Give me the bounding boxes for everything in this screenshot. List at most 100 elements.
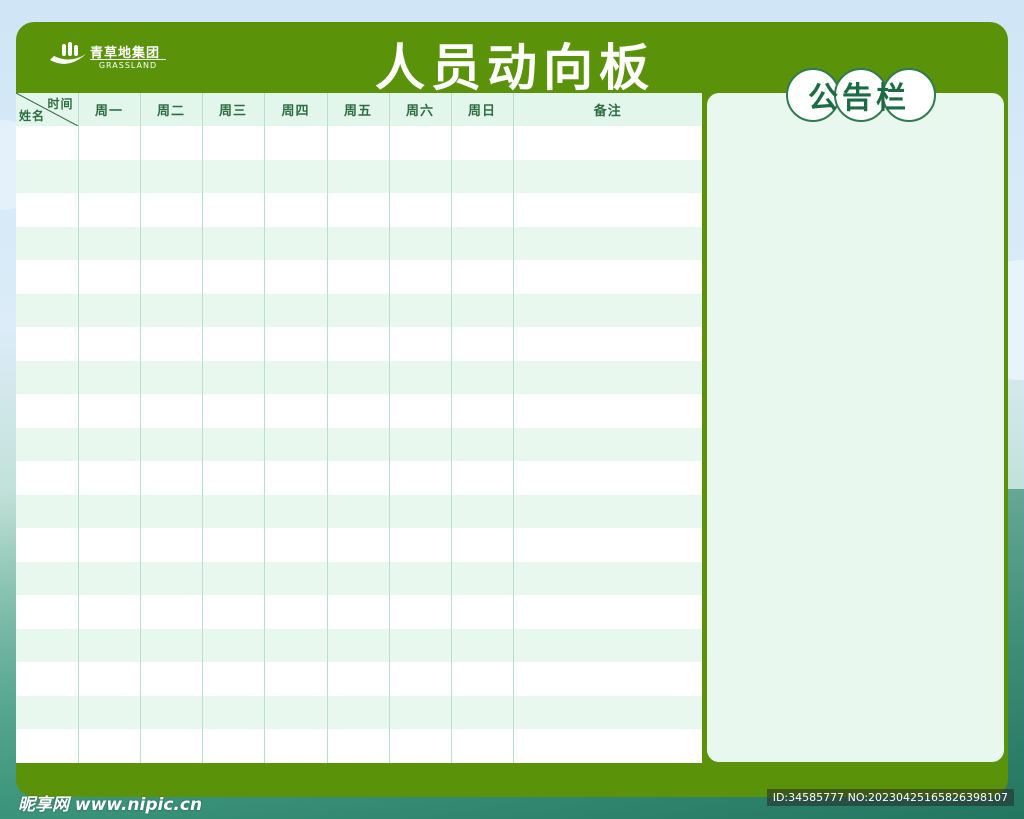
table-cell[interactable] <box>513 662 702 696</box>
table-cell[interactable] <box>327 327 390 361</box>
table-cell[interactable] <box>451 729 514 763</box>
table-cell[interactable] <box>327 126 390 160</box>
table-cell[interactable] <box>513 293 702 327</box>
table-cell[interactable] <box>451 662 514 696</box>
table-cell[interactable] <box>16 662 79 696</box>
table-cell[interactable] <box>202 327 265 361</box>
table-cell[interactable] <box>140 293 203 327</box>
table-cell[interactable] <box>140 394 203 428</box>
table-cell[interactable] <box>389 293 452 327</box>
table-cell[interactable] <box>389 461 452 495</box>
table-cell[interactable] <box>451 260 514 294</box>
table-cell[interactable] <box>389 695 452 729</box>
table-cell[interactable] <box>264 360 328 394</box>
table-cell[interactable] <box>327 293 390 327</box>
table-cell[interactable] <box>451 461 514 495</box>
table-cell[interactable] <box>264 628 328 662</box>
table-cell[interactable] <box>451 394 514 428</box>
table-cell[interactable] <box>513 193 702 227</box>
table-cell[interactable] <box>16 695 79 729</box>
table-cell[interactable] <box>327 159 390 193</box>
table-cell[interactable] <box>513 360 702 394</box>
table-cell[interactable] <box>327 662 390 696</box>
table-cell[interactable] <box>389 226 452 260</box>
table-cell[interactable] <box>451 360 514 394</box>
table-cell[interactable] <box>78 126 141 160</box>
table-cell[interactable] <box>264 327 328 361</box>
table-cell[interactable] <box>264 159 328 193</box>
table-cell[interactable] <box>327 461 390 495</box>
table-cell[interactable] <box>389 260 452 294</box>
table-cell[interactable] <box>78 427 141 461</box>
table-cell[interactable] <box>264 226 328 260</box>
table-cell[interactable] <box>389 360 452 394</box>
table-cell[interactable] <box>78 662 141 696</box>
table-cell[interactable] <box>16 360 79 394</box>
table-cell[interactable] <box>513 595 702 629</box>
table-cell[interactable] <box>327 394 390 428</box>
table-cell[interactable] <box>16 293 79 327</box>
table-cell[interactable] <box>513 729 702 763</box>
table-cell[interactable] <box>451 595 514 629</box>
table-cell[interactable] <box>451 561 514 595</box>
table-cell[interactable] <box>140 126 203 160</box>
table-cell[interactable] <box>16 494 79 528</box>
table-cell[interactable] <box>264 126 328 160</box>
table-cell[interactable] <box>16 561 79 595</box>
table-cell[interactable] <box>513 561 702 595</box>
table-cell[interactable] <box>451 528 514 562</box>
table-cell[interactable] <box>140 327 203 361</box>
table-cell[interactable] <box>513 494 702 528</box>
table-cell[interactable] <box>78 260 141 294</box>
table-cell[interactable] <box>140 193 203 227</box>
table-cell[interactable] <box>78 159 141 193</box>
table-cell[interactable] <box>389 662 452 696</box>
table-cell[interactable] <box>451 193 514 227</box>
table-cell[interactable] <box>140 595 203 629</box>
table-cell[interactable] <box>202 260 265 294</box>
table-cell[interactable] <box>16 126 79 160</box>
table-cell[interactable] <box>16 193 79 227</box>
table-cell[interactable] <box>202 595 265 629</box>
table-cell[interactable] <box>264 193 328 227</box>
table-cell[interactable] <box>202 226 265 260</box>
table-cell[interactable] <box>513 159 702 193</box>
table-cell[interactable] <box>264 427 328 461</box>
table-cell[interactable] <box>78 628 141 662</box>
table-cell[interactable] <box>451 494 514 528</box>
table-cell[interactable] <box>78 327 141 361</box>
table-cell[interactable] <box>327 494 390 528</box>
table-cell[interactable] <box>202 461 265 495</box>
table-cell[interactable] <box>327 226 390 260</box>
table-cell[interactable] <box>202 561 265 595</box>
table-cell[interactable] <box>327 427 390 461</box>
table-cell[interactable] <box>264 595 328 629</box>
table-cell[interactable] <box>513 394 702 428</box>
table-cell[interactable] <box>327 360 390 394</box>
table-cell[interactable] <box>78 729 141 763</box>
table-cell[interactable] <box>451 226 514 260</box>
table-cell[interactable] <box>202 126 265 160</box>
table-cell[interactable] <box>202 662 265 696</box>
table-cell[interactable] <box>451 427 514 461</box>
table-cell[interactable] <box>202 494 265 528</box>
table-cell[interactable] <box>264 394 328 428</box>
table-cell[interactable] <box>140 461 203 495</box>
table-cell[interactable] <box>78 193 141 227</box>
table-cell[interactable] <box>202 394 265 428</box>
table-cell[interactable] <box>78 461 141 495</box>
table-cell[interactable] <box>327 628 390 662</box>
table-cell[interactable] <box>140 159 203 193</box>
table-cell[interactable] <box>389 595 452 629</box>
table-cell[interactable] <box>327 695 390 729</box>
table-cell[interactable] <box>16 461 79 495</box>
table-cell[interactable] <box>16 528 79 562</box>
table-cell[interactable] <box>451 293 514 327</box>
table-cell[interactable] <box>513 461 702 495</box>
table-cell[interactable] <box>140 427 203 461</box>
table-cell[interactable] <box>451 159 514 193</box>
table-cell[interactable] <box>264 729 328 763</box>
table-cell[interactable] <box>327 561 390 595</box>
table-cell[interactable] <box>140 561 203 595</box>
table-cell[interactable] <box>202 427 265 461</box>
